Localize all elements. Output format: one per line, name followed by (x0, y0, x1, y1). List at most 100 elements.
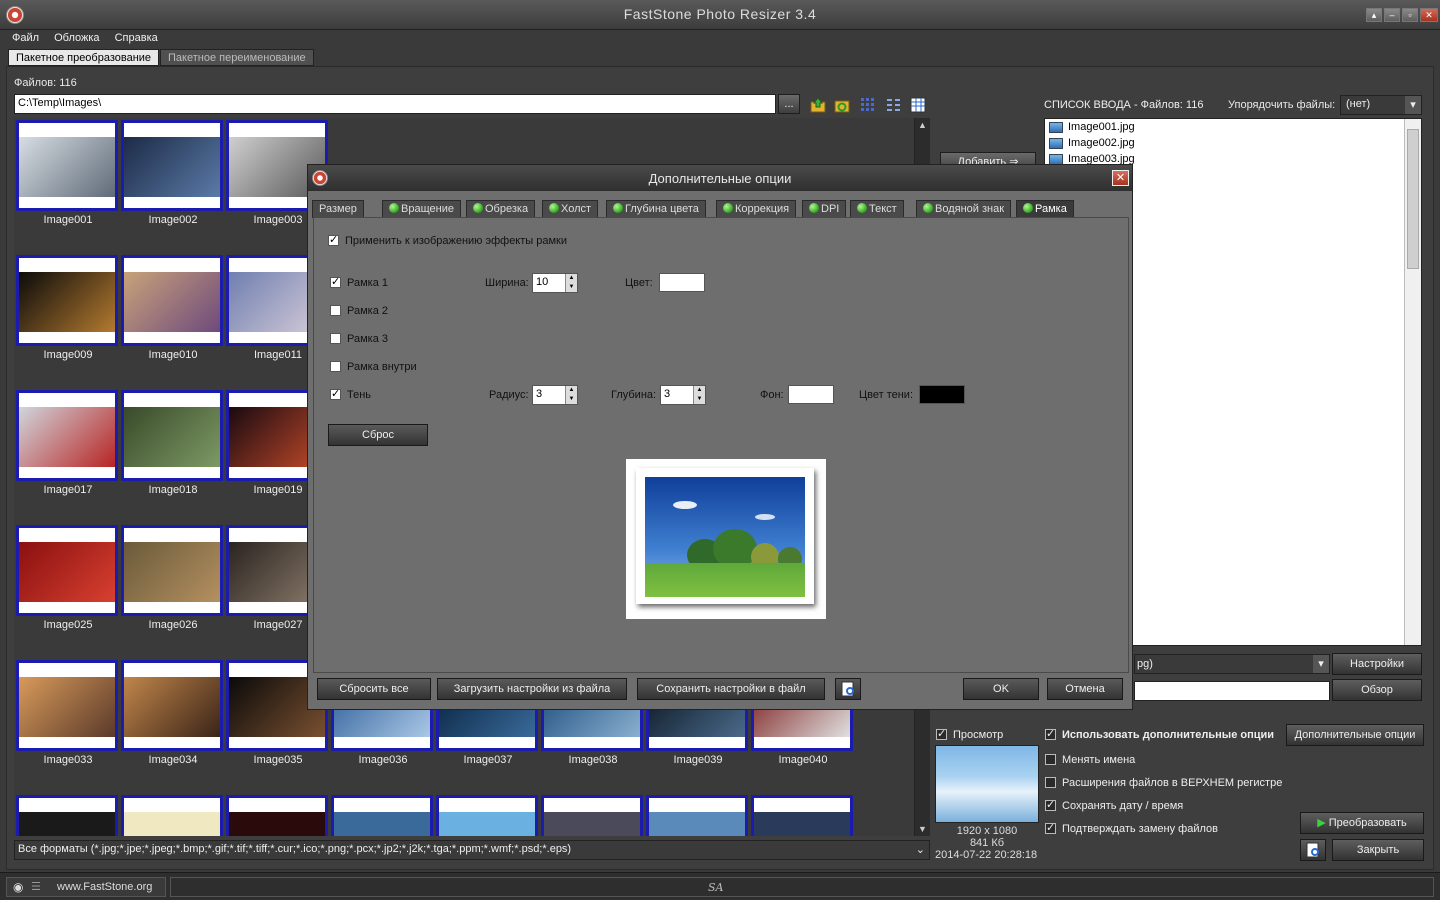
dialog-close-icon[interactable]: ✕ (1112, 170, 1129, 186)
shadow-color-swatch[interactable] (919, 385, 965, 404)
thumbnail-item[interactable]: Image026 (119, 523, 224, 658)
help-button[interactable]: ▴ (1366, 8, 1382, 22)
thumbnail-item[interactable]: Image001 (14, 118, 119, 253)
checkbox-box[interactable] (328, 233, 339, 246)
menu-cover[interactable]: Обложка (48, 30, 105, 46)
maximize-button[interactable]: ▫ (1402, 8, 1418, 22)
browse-folder-button[interactable]: ... (778, 94, 800, 114)
thumbnail-item[interactable]: Image025 (14, 523, 119, 658)
checkbox-box[interactable] (330, 275, 341, 288)
spinner-arrows-icon[interactable]: ▲ ▼ (565, 386, 577, 404)
format-filter-select[interactable]: Все форматы (*.jpg;*.jpe;*.jpeg;*.bmp;*.… (14, 840, 930, 860)
details-view-icon[interactable] (910, 97, 926, 113)
thumbnail-item[interactable]: Image017 (14, 388, 119, 523)
thumbnail-item[interactable] (434, 793, 539, 836)
open-settings-file-icon[interactable] (835, 678, 861, 700)
settings-button[interactable]: Настройки (1332, 653, 1422, 675)
tab-batch-convert[interactable]: Пакетное преобразование (8, 49, 160, 66)
spinner-arrows-icon[interactable]: ▲ ▼ (565, 274, 577, 292)
output-format-select[interactable]: pg) ▾ (1134, 654, 1330, 674)
checkbox-box[interactable] (330, 361, 341, 372)
checkbox-box[interactable] (1045, 821, 1056, 834)
tab-watermark[interactable]: Водяной знак (916, 200, 1012, 218)
background-color-swatch[interactable] (788, 385, 834, 404)
thumbnail-item[interactable]: Image033 (14, 658, 119, 793)
spinner-arrows-icon[interactable]: ▲ ▼ (693, 386, 705, 404)
thumbnail-item[interactable]: Image010 (119, 253, 224, 388)
save-settings-button[interactable]: Сохранить настройки в файл (637, 678, 825, 700)
tab-frame[interactable]: Рамка (1016, 200, 1074, 218)
frame3-checkbox[interactable]: Рамка 3 (330, 333, 388, 345)
frame2-checkbox[interactable]: Рамка 2 (330, 305, 388, 317)
output-folder-input[interactable] (1134, 681, 1330, 701)
browse-output-button[interactable]: Обзор (1332, 679, 1422, 701)
tab-crop[interactable]: Обрезка (466, 200, 536, 218)
preview-checkbox[interactable]: Просмотр (936, 727, 1003, 741)
reset-all-button[interactable]: Сбросить все (317, 678, 431, 700)
folder-up-icon[interactable] (810, 97, 826, 113)
advanced-options-button[interactable]: Дополнительные опции (1286, 724, 1424, 746)
use-advanced-checkbox[interactable]: Использовать дополнительные опции (1045, 727, 1274, 741)
menu-help[interactable]: Справка (109, 30, 164, 46)
frame-inside-checkbox[interactable]: Рамка внутри (330, 361, 417, 373)
convert-button[interactable]: ▶ Преобразовать (1300, 812, 1424, 834)
thumbnail-item[interactable] (14, 793, 119, 836)
tab-correction[interactable]: Коррекция (716, 200, 797, 218)
radius-spinner[interactable]: 3 ▲ ▼ (532, 385, 578, 405)
checkbox-box[interactable] (1045, 798, 1056, 811)
minimize-button[interactable]: – (1384, 8, 1400, 22)
keep-date-checkbox[interactable]: Сохранять дату / время (1045, 798, 1183, 812)
tab-color-depth[interactable]: Глубина цвета (606, 200, 706, 218)
reset-button[interactable]: Сброс (328, 424, 428, 446)
tab-canvas[interactable]: Холст (542, 200, 599, 218)
thumbnail-item[interactable] (329, 793, 434, 836)
thumbnail-item[interactable]: Image009 (14, 253, 119, 388)
scroll-thumb[interactable] (1407, 129, 1419, 269)
sort-select[interactable]: (нет) ▾ (1340, 95, 1422, 115)
scroll-down-icon[interactable]: ▼ (918, 824, 927, 834)
confirm-replace-checkbox[interactable]: Подтверждать замену файлов (1045, 821, 1218, 835)
tab-size[interactable]: Размер (312, 200, 364, 218)
tab-rotation[interactable]: Вращение (382, 200, 461, 218)
cancel-button[interactable]: Отмена (1047, 678, 1123, 700)
apply-frame-checkbox[interactable]: Применить к изображению эффекты рамки (328, 233, 567, 247)
frame1-checkbox[interactable]: Рамка 1 (330, 275, 388, 289)
depth-spinner[interactable]: 3 ▲ ▼ (660, 385, 706, 405)
thumbnail-item[interactable] (539, 793, 644, 836)
checkbox-box[interactable] (330, 333, 341, 344)
checkbox-box[interactable] (936, 727, 947, 740)
menu-file[interactable]: Файл (6, 30, 45, 46)
thumbnail-item[interactable]: Image002 (119, 118, 224, 253)
scroll-up-icon[interactable]: ▲ (918, 120, 927, 130)
frame-color-swatch[interactable] (659, 273, 705, 292)
load-settings-button[interactable]: Загрузить настройки из файла (437, 678, 627, 700)
thumbnail-item[interactable] (749, 793, 854, 836)
tab-batch-rename[interactable]: Пакетное переименование (160, 49, 314, 66)
rename-checkbox[interactable]: Менять имена (1045, 754, 1135, 766)
width-spinner[interactable]: 10 ▲ ▼ (532, 273, 578, 293)
checkbox-box[interactable] (330, 305, 341, 316)
checkbox-box[interactable] (1045, 777, 1056, 788)
thumbnail-item[interactable] (224, 793, 329, 836)
list-item[interactable]: Image002.jpg (1049, 137, 1135, 153)
checkbox-box[interactable] (1045, 754, 1056, 765)
uppercase-ext-checkbox[interactable]: Расширения файлов в ВЕРХНЕМ регистре (1045, 777, 1282, 789)
file-list-scrollbar[interactable] (1404, 119, 1421, 645)
website-link[interactable]: www.FastStone.org (57, 881, 152, 893)
shadow-checkbox[interactable]: Тень (330, 387, 371, 401)
checkbox-box[interactable] (330, 387, 341, 400)
close-window-button[interactable]: ✕ (1420, 8, 1438, 22)
close-button[interactable]: Закрыть (1332, 839, 1424, 861)
list-view-icon[interactable] (886, 97, 902, 113)
tab-text[interactable]: Текст (850, 200, 904, 218)
folder-path-input[interactable]: C:\Temp\Images\ (14, 94, 776, 114)
thumbnail-item[interactable]: Image034 (119, 658, 224, 793)
checkbox-box[interactable] (1045, 727, 1056, 740)
open-document-icon[interactable] (1300, 839, 1326, 861)
tab-dpi[interactable]: DPI (802, 200, 847, 218)
thumbnail-item[interactable] (644, 793, 749, 836)
thumbnail-view-icon[interactable] (860, 97, 876, 113)
thumbnail-item[interactable]: Image018 (119, 388, 224, 523)
refresh-folder-icon[interactable] (834, 97, 850, 113)
list-item[interactable]: Image001.jpg (1049, 121, 1135, 137)
